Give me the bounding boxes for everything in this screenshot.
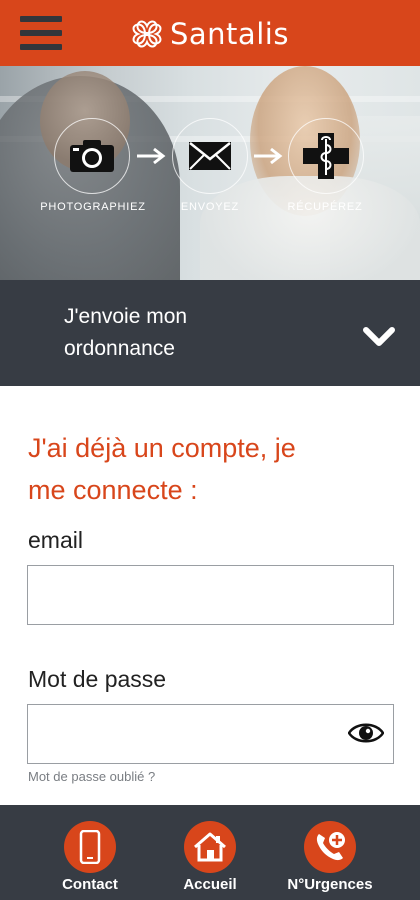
camera-icon — [70, 140, 114, 172]
arrow-right-icon — [137, 147, 166, 165]
brand-name: Santalis — [170, 17, 289, 51]
email-field[interactable] — [27, 565, 394, 625]
pharmacy-cross-icon — [303, 133, 349, 179]
emergency-call-icon — [316, 832, 345, 861]
login-title-line2: me connecte : — [28, 475, 198, 505]
brand[interactable]: Santalis — [130, 14, 289, 54]
login-title: J'ai déjà un compte, je me connecte : — [28, 427, 388, 511]
home-icon-badge — [184, 821, 236, 873]
password-label: Mot de passe — [28, 666, 167, 692]
nav-home-label: Accueil — [183, 876, 237, 893]
nav-emergency-label: N°Urgences — [287, 876, 373, 893]
app-header: Santalis — [0, 0, 420, 66]
step-collect — [288, 118, 364, 194]
step-label-send: ENVOYEZ — [180, 201, 240, 213]
phone-icon-badge — [64, 821, 116, 873]
forgot-password-link[interactable]: Mot de passe oublié ? — [28, 769, 155, 784]
login-title-line1: J'ai déjà un compte, je — [28, 433, 296, 463]
phone-icon — [79, 830, 101, 864]
clover-logo-icon — [132, 20, 162, 48]
send-prescription-label: J'envoie mon ordonnance — [64, 301, 274, 365]
hero-banner: PHOTOGRAPHIEZ ENVOYEZ RÉCUPÉREZ — [0, 66, 420, 280]
arrow-right-icon — [254, 147, 283, 165]
eye-icon[interactable] — [348, 720, 384, 746]
send-prescription-line2: ordonnance — [64, 337, 175, 360]
send-prescription-toggle[interactable]: J'envoie mon ordonnance — [0, 280, 420, 386]
home-icon — [194, 832, 226, 862]
nav-home[interactable]: Accueil — [150, 805, 270, 900]
step-label-collect: RÉCUPÉREZ — [287, 201, 363, 213]
password-field[interactable] — [27, 704, 394, 764]
step-send — [172, 118, 248, 194]
bottom-nav: Contact Accueil N°Urgences — [0, 805, 420, 900]
envelope-icon — [189, 142, 231, 170]
email-label: email — [28, 527, 83, 553]
hamburger-menu-icon[interactable] — [20, 16, 62, 50]
chevron-down-icon[interactable] — [362, 325, 396, 349]
emergency-call-icon-badge — [304, 821, 356, 873]
nav-emergency[interactable]: N°Urgences — [270, 805, 390, 900]
step-label-photograph: PHOTOGRAPHIEZ — [40, 201, 146, 213]
nav-contact-label: Contact — [62, 876, 118, 893]
send-prescription-line1: J'envoie mon — [64, 305, 188, 328]
step-photograph — [54, 118, 130, 194]
nav-contact[interactable]: Contact — [30, 805, 150, 900]
